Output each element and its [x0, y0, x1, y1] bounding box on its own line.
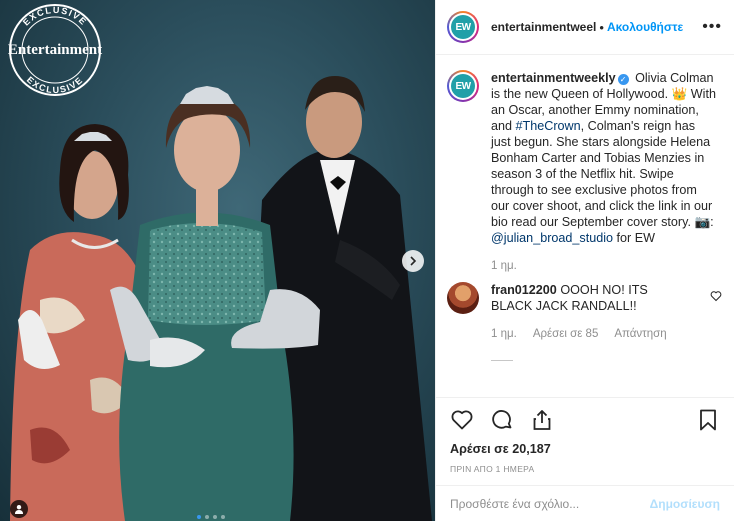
share-icon	[533, 410, 551, 430]
post-comment-button[interactable]: Δημοσίευση	[650, 497, 720, 511]
carousel-indicator	[197, 515, 225, 519]
user-tag-button[interactable]	[10, 500, 28, 518]
commenter-username[interactable]: fran012200	[491, 283, 557, 297]
follow-button[interactable]: Ακολουθήστε	[607, 20, 683, 34]
like-button[interactable]	[450, 408, 474, 432]
comment-time: 1 ημ.	[491, 328, 517, 340]
likes-count[interactable]: Αρέσει σε 20,187	[450, 442, 720, 456]
mention-link[interactable]: @julian_broad_studio	[491, 231, 613, 245]
caption-username[interactable]: entertainmentweekly	[491, 71, 616, 85]
commenter-avatar[interactable]	[447, 282, 479, 314]
exclusive-seal-logo: EXCLUSIVE EXCLUSIVE Entertainment	[8, 4, 102, 96]
user-tag-icon	[15, 505, 23, 514]
ew-logo: EW	[451, 74, 475, 98]
comment-button[interactable]	[490, 408, 514, 432]
seal-brand-text: Entertainment	[8, 42, 102, 58]
woman-center-figure	[110, 86, 320, 521]
comment-input[interactable]	[450, 496, 650, 511]
comment-row: fran012200 OOOH NO! ITS BLACK JACK RANDA…	[447, 282, 722, 314]
reply-button[interactable]: Απάντηση	[614, 328, 666, 340]
post-header: EW entertainmentweel • Ακολουθήστε •••	[436, 0, 734, 55]
post-sidebar: EW entertainmentweel • Ακολουθήστε ••• E…	[435, 0, 734, 521]
carousel-dot	[221, 515, 225, 519]
comment-meta: 1 ημ. Αρέσει σε 85 Απάντηση	[491, 328, 722, 340]
save-button[interactable]	[696, 408, 720, 432]
comment-icon	[492, 410, 512, 429]
svg-text:EXCLUSIVE: EXCLUSIVE	[25, 75, 85, 96]
view-replies-line[interactable]	[491, 352, 722, 362]
caption-avatar[interactable]: EW	[447, 70, 479, 102]
post-actions: Αρέσει σε 20,187 ΠΡΙΝ ΑΠΟ 1 ΗΜΕΡΑ	[436, 397, 734, 474]
more-options-icon[interactable]: •••	[702, 18, 722, 36]
verified-badge-icon: ✓	[617, 74, 629, 85]
ew-logo: EW	[451, 15, 475, 39]
caption-text: entertainmentweekly ✓ Olivia Colman is th…	[491, 70, 717, 246]
heart-icon	[451, 410, 473, 430]
author-username[interactable]: entertainmentweel	[491, 20, 596, 34]
add-comment-bar: Δημοσίευση	[436, 485, 734, 521]
bookmark-icon	[700, 409, 716, 431]
carousel-dot	[213, 515, 217, 519]
carousel-dot	[197, 515, 201, 519]
author-avatar[interactable]: EW	[447, 11, 479, 43]
caption-row: EW entertainmentweekly ✓ Olivia Colman is…	[447, 70, 722, 246]
seal-bottom-text: EXCLUSIVE	[25, 75, 84, 96]
header-separator: •	[599, 19, 604, 35]
share-button[interactable]	[530, 408, 554, 432]
next-photo-button[interactable]	[402, 250, 424, 272]
comment-text: fran012200 OOOH NO! ITS BLACK JACK RANDA…	[491, 282, 691, 314]
carousel-dot	[205, 515, 209, 519]
caption-body-3: for EW	[613, 231, 656, 245]
caption-body-2: , Colman's reign has just begun. She sta…	[491, 119, 714, 229]
svg-text:EXCLUSIVE: EXCLUSIVE	[21, 5, 89, 28]
comment-likes[interactable]: Αρέσει σε 85	[533, 328, 599, 340]
chevron-right-icon	[410, 256, 417, 266]
comments-list[interactable]: EW entertainmentweekly ✓ Olivia Colman is…	[436, 56, 734, 396]
comment-like-icon[interactable]	[710, 290, 722, 302]
caption-meta: 1 ημ.	[491, 260, 722, 272]
post-photo[interactable]: EXCLUSIVE EXCLUSIVE Entertainment	[0, 0, 435, 521]
seal-top-text: EXCLUSIVE	[21, 5, 88, 28]
post-timestamp: ΠΡΙΝ ΑΠΟ 1 ΗΜΕΡΑ	[450, 464, 535, 474]
hashtag-link[interactable]: #TheCrown	[516, 119, 581, 133]
caption-time: 1 ημ.	[491, 260, 517, 272]
action-icons	[450, 408, 720, 432]
